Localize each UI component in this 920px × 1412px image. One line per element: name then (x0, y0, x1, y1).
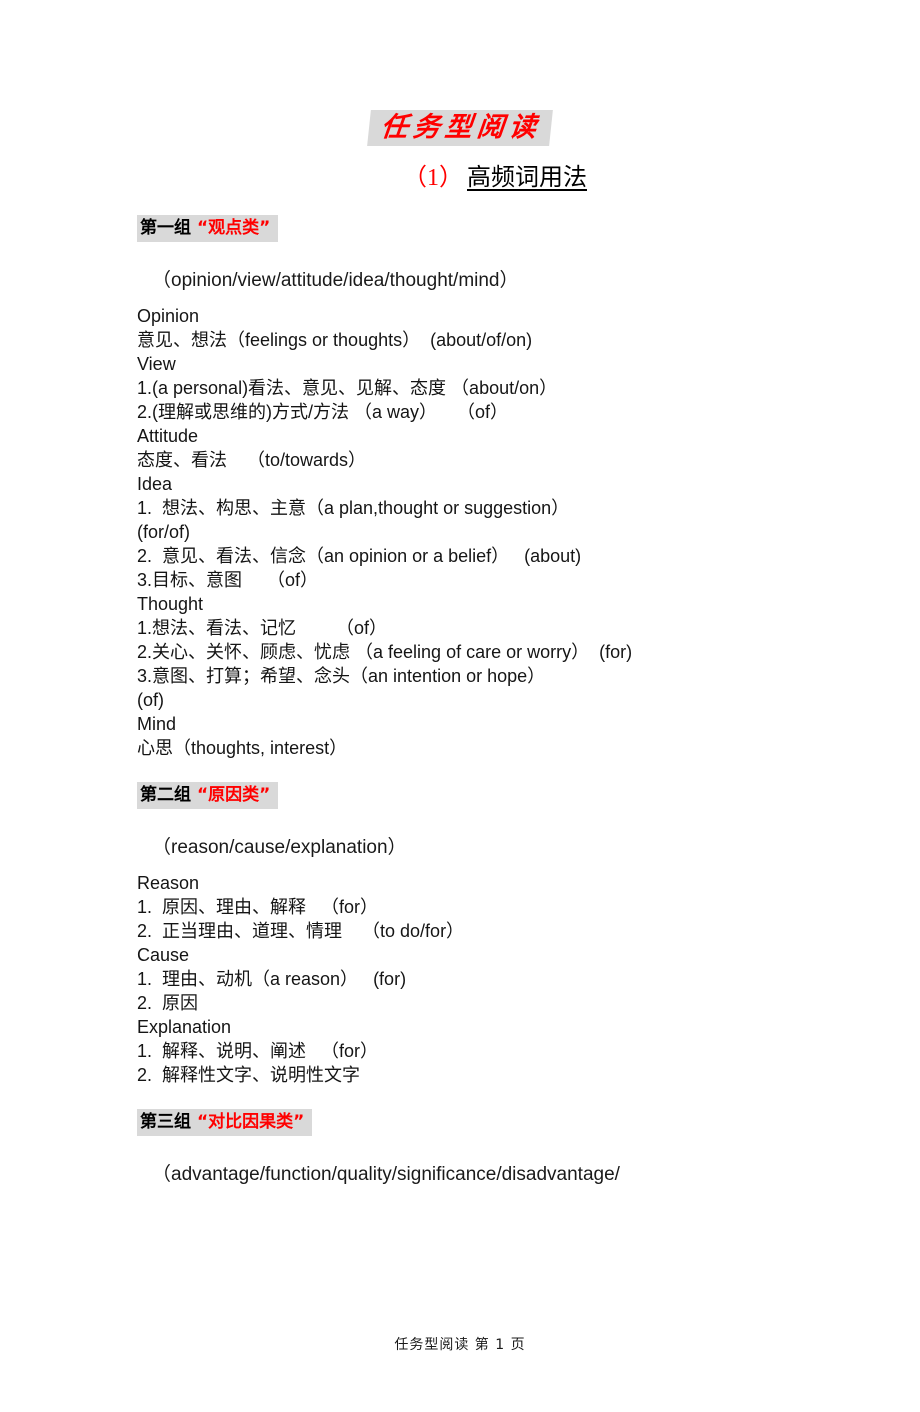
group-section-1: 第一组 “观点类” （opinion/view/attitude/idea/tho… (0, 193, 920, 760)
body-line: 1. 想法、构思、主意（a plan,thought or suggestion… (137, 497, 570, 518)
body-line: 心思（thoughts, interest） (137, 737, 348, 758)
page-title: 任务型阅读 (367, 110, 553, 146)
body-line: 1.想法、看法、记忆 （of） (137, 617, 388, 638)
body-line: 1. 解释、说明、阐述 （for） (137, 1040, 379, 1061)
title-row: 任务型阅读 (0, 110, 920, 146)
group-heading-1-label: 第一组 (140, 217, 191, 238)
body-line: View (137, 353, 176, 374)
group-3-word-list: （advantage/function/quality/significance… (152, 1164, 620, 1186)
body-line: Mind (137, 713, 177, 734)
body-line: 1. 理由、动机（a reason） (for) (137, 968, 407, 989)
body-line: 意见、想法（feelings or thoughts） (about/of/on… (137, 329, 533, 350)
body-line: Thought (137, 593, 204, 614)
group-heading-2-category: “原因类” (197, 784, 271, 805)
body-line: 2. 解释性文字、说明性文字 (137, 1064, 361, 1085)
subtitle-number: （1） (403, 165, 463, 191)
group-heading-3: 第三组 “对比因果类” (137, 1108, 313, 1137)
body-line: 1. 原因、理由、解释 （for） (137, 896, 379, 917)
group-heading-3-box: 第三组 “对比因果类” (137, 1108, 313, 1137)
group-2-body: Reason 1. 原因、理由、解释 （for） 2. 正当理由、道理、情理 （… (137, 871, 920, 1087)
body-line: Cause (137, 944, 190, 965)
body-line: Opinion (137, 305, 200, 326)
body-line: 3.目标、意图 （of） (137, 569, 319, 590)
body-line: (for/of) (137, 521, 191, 542)
group-heading-2-box: 第二组 “原因类” (137, 781, 279, 810)
body-line: 1.(a personal)看法、意见、见解、态度 （about/on） (137, 377, 558, 398)
group-heading-1-category: “观点类” (197, 217, 271, 238)
group-section-3: 第三组 “对比因果类” （advantage/function/quality/s… (0, 1087, 920, 1188)
document-page: 任务型阅读 （1） 高频词用法 第一组 “观点类” （opinion/view/at… (0, 110, 920, 1412)
body-line: Reason (137, 872, 200, 893)
body-line: Explanation (137, 1016, 232, 1037)
body-line: 态度、看法 （to/towards） (137, 449, 367, 470)
group-2-word-list: （reason/cause/explanation） (152, 837, 407, 859)
body-line: 2. 正当理由、道理、情理 （to do/for） (137, 920, 465, 941)
subtitle-text: 高频词用法 (467, 165, 587, 191)
body-line: Idea (137, 473, 173, 494)
group-heading-1: 第一组 “观点类” (137, 214, 279, 243)
body-line: Attitude (137, 425, 199, 446)
body-line: 2. 原因 (137, 992, 199, 1013)
page-footer: 任务型阅读 第 1 页 (394, 1337, 526, 1353)
subtitle-row: （1） 高频词用法 (0, 164, 920, 193)
group-1-word-list: （opinion/view/attitude/idea/thought/mind… (152, 270, 519, 292)
body-line: 2. 意见、看法、信念（an opinion or a belief） (abo… (137, 545, 582, 566)
body-line: 2.关心、关怀、顾虑、忧虑 （a feeling of care or worr… (137, 641, 633, 662)
body-line: (of) (137, 689, 164, 710)
group-1-body: Opinion 意见、想法（feelings or thoughts） (abo… (137, 304, 920, 760)
group-heading-2: 第二组 “原因类” (137, 781, 279, 810)
group-heading-3-category: “对比因果类” (197, 1111, 305, 1132)
group-heading-3-label: 第三组 (140, 1111, 191, 1132)
body-line: 2.(理解或思维的)方式/方法 （a way） （of） (137, 401, 509, 422)
group-section-2: 第二组 “原因类” （reason/cause/explanation） Reas… (0, 760, 920, 1087)
body-line: 3.意图、打算；希望、念头（an intention or hope） (137, 665, 546, 686)
group-heading-2-label: 第二组 (140, 784, 191, 805)
group-heading-1-box: 第一组 “观点类” (137, 214, 279, 243)
